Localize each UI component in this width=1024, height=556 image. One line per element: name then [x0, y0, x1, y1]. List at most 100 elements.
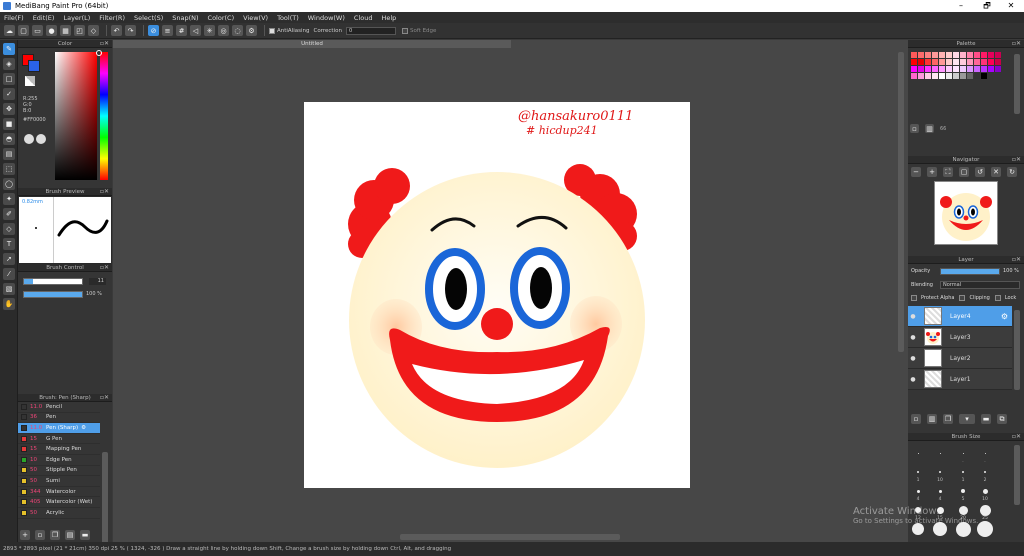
palette-swatch[interactable] [910, 59, 917, 65]
brush-size-preset[interactable] [917, 471, 919, 473]
palette-swatch[interactable] [994, 52, 1001, 58]
palette-swatch[interactable] [931, 59, 938, 65]
brush-list-item[interactable]: 50 Sumi [18, 476, 100, 487]
palette-swatch[interactable] [938, 66, 945, 72]
layer-row[interactable]: ● Layer3 [908, 327, 1012, 348]
layer-scrollbar[interactable] [1014, 310, 1020, 390]
layer-opacity-slider[interactable] [940, 268, 1000, 275]
layer-row[interactable]: ● Layer4 ⚙ [908, 306, 1012, 327]
snap-grid-icon[interactable]: # [176, 25, 187, 36]
palette-swatch[interactable] [924, 52, 931, 58]
palette-swatch[interactable] [938, 52, 945, 58]
chat-icon[interactable]: ● [46, 25, 57, 36]
snap-off-icon[interactable]: ⊘ [148, 25, 159, 36]
palette-swatch[interactable] [924, 73, 931, 79]
rotate-left-icon[interactable]: ↺ [975, 167, 985, 177]
brush-settings-icon[interactable]: ▤ [65, 530, 75, 540]
lock-checkbox[interactable] [994, 295, 1001, 301]
brush-size-preset[interactable] [961, 489, 965, 493]
color-palette-icon[interactable] [36, 134, 46, 144]
palette-swatches[interactable] [910, 52, 1022, 80]
panel-close-icon[interactable]: ▫✕ [1012, 433, 1021, 441]
palette-swatch[interactable] [973, 66, 980, 72]
brush-size-preset[interactable] [962, 471, 964, 473]
antialiasing-checkbox[interactable] [269, 27, 275, 34]
palette-swatch[interactable] [966, 66, 973, 72]
brush-list-item[interactable]: 344 Watercolor [18, 487, 100, 498]
divide-tool-icon[interactable]: ▧ [3, 283, 15, 295]
palette-swatch[interactable] [973, 73, 980, 79]
layer-settings-icon[interactable]: ⚙ [1001, 312, 1008, 321]
eraser-tool-icon[interactable]: ◈ [3, 58, 15, 70]
new-layer-icon[interactable]: ▫ [911, 414, 921, 424]
snap-parallel-icon[interactable]: ≡ [162, 25, 173, 36]
zoom-in-icon[interactable]: + [927, 167, 937, 177]
brush-list-item[interactable]: 50 Acrylic [18, 508, 100, 519]
brush-list-item[interactable]: 15 G Pen [18, 434, 100, 445]
palette-swatch[interactable] [987, 59, 994, 65]
close-button[interactable]: ✕ [996, 0, 1024, 12]
layer-visibility-icon[interactable]: ● [908, 334, 918, 341]
brush-size-preset[interactable] [984, 471, 986, 473]
palette-swatch[interactable] [945, 66, 952, 72]
select-eraser-icon[interactable]: ◇ [3, 223, 15, 235]
blending-select[interactable]: Normal [940, 281, 1020, 289]
palette-swatch[interactable] [980, 66, 987, 72]
layer-visibility-icon[interactable]: ● [908, 355, 918, 362]
document-tab[interactable]: Untitled [113, 40, 511, 48]
operation-tool-icon[interactable]: ➚ [3, 253, 15, 265]
new-palette-icon[interactable]: ▫ [910, 124, 919, 133]
brush-tool-icon[interactable]: ✎ [3, 43, 15, 55]
panel-close-icon[interactable]: ▫✕ [100, 40, 109, 48]
palette-swatch[interactable] [945, 73, 952, 79]
menu-color[interactable]: Color(C) [208, 14, 235, 22]
palette-swatch[interactable] [959, 73, 966, 79]
fill-rect-tool-icon[interactable]: ■ [3, 118, 15, 130]
zoom-out-icon[interactable]: − [911, 167, 921, 177]
brush-list-item[interactable]: 405 Watercolor (Wet) [18, 497, 100, 508]
palette-swatch[interactable] [910, 66, 917, 72]
layer-folder-icon[interactable]: ▬ [981, 414, 991, 424]
palette-swatch[interactable] [917, 66, 924, 72]
drawing-canvas[interactable]: @hansakuro0111 # hicdup241 [304, 102, 690, 488]
palette-swatch[interactable] [952, 73, 959, 79]
palette-swatch[interactable] [973, 59, 980, 65]
snap-circle-icon[interactable]: ◎ [218, 25, 229, 36]
actual-size-icon[interactable]: ▢ [959, 167, 969, 177]
layer-visibility-icon[interactable]: ● [908, 313, 918, 320]
duplicate-brush-icon[interactable]: ❐ [50, 530, 60, 540]
navigator-thumbnail[interactable] [934, 181, 998, 245]
menu-help[interactable]: Help [381, 14, 396, 22]
add-brush-icon[interactable]: + [20, 530, 30, 540]
gradient-tool-icon[interactable]: ▤ [3, 148, 15, 160]
menu-file[interactable]: File(F) [4, 14, 24, 22]
layer-visibility-icon[interactable]: ● [908, 376, 918, 383]
palette-swatch[interactable] [924, 59, 931, 65]
palette-swatch[interactable] [959, 66, 966, 72]
transform-icon[interactable]: ◇ [88, 25, 99, 36]
correction-select[interactable]: 0 [345, 26, 396, 35]
brush-size-preset[interactable] [938, 489, 942, 493]
delete-palette-icon[interactable]: ▥ [925, 124, 934, 133]
brush-opacity-slider[interactable] [23, 291, 83, 298]
soft-edge-checkbox[interactable] [401, 27, 408, 34]
panel-close-icon[interactable]: ▫✕ [1012, 256, 1021, 264]
menu-window[interactable]: Window(W) [308, 14, 345, 22]
layer-row[interactable]: ● Layer1 [908, 369, 1012, 390]
palette-swatch[interactable] [938, 59, 945, 65]
palette-swatch[interactable] [987, 52, 994, 58]
menu-filter[interactable]: Filter(R) [99, 14, 125, 22]
redo-icon[interactable]: ↷ [125, 25, 136, 36]
color-picker-handle[interactable] [96, 50, 102, 56]
brush-size-value[interactable]: 11 [89, 278, 106, 285]
palette-swatch[interactable] [952, 66, 959, 72]
transparent-color-icon[interactable] [25, 76, 35, 86]
snap-curve-icon[interactable]: ◌ [232, 25, 243, 36]
brush-size-preset[interactable] [939, 452, 941, 454]
brush-size-preset[interactable] [962, 452, 964, 454]
palette-swatch[interactable] [980, 59, 987, 65]
snap-radial-icon[interactable]: ✳ [204, 25, 215, 36]
canvas-horizontal-scrollbar[interactable] [400, 534, 620, 540]
palette-swatch[interactable] [973, 52, 980, 58]
select-pen-icon[interactable]: ✐ [3, 208, 15, 220]
